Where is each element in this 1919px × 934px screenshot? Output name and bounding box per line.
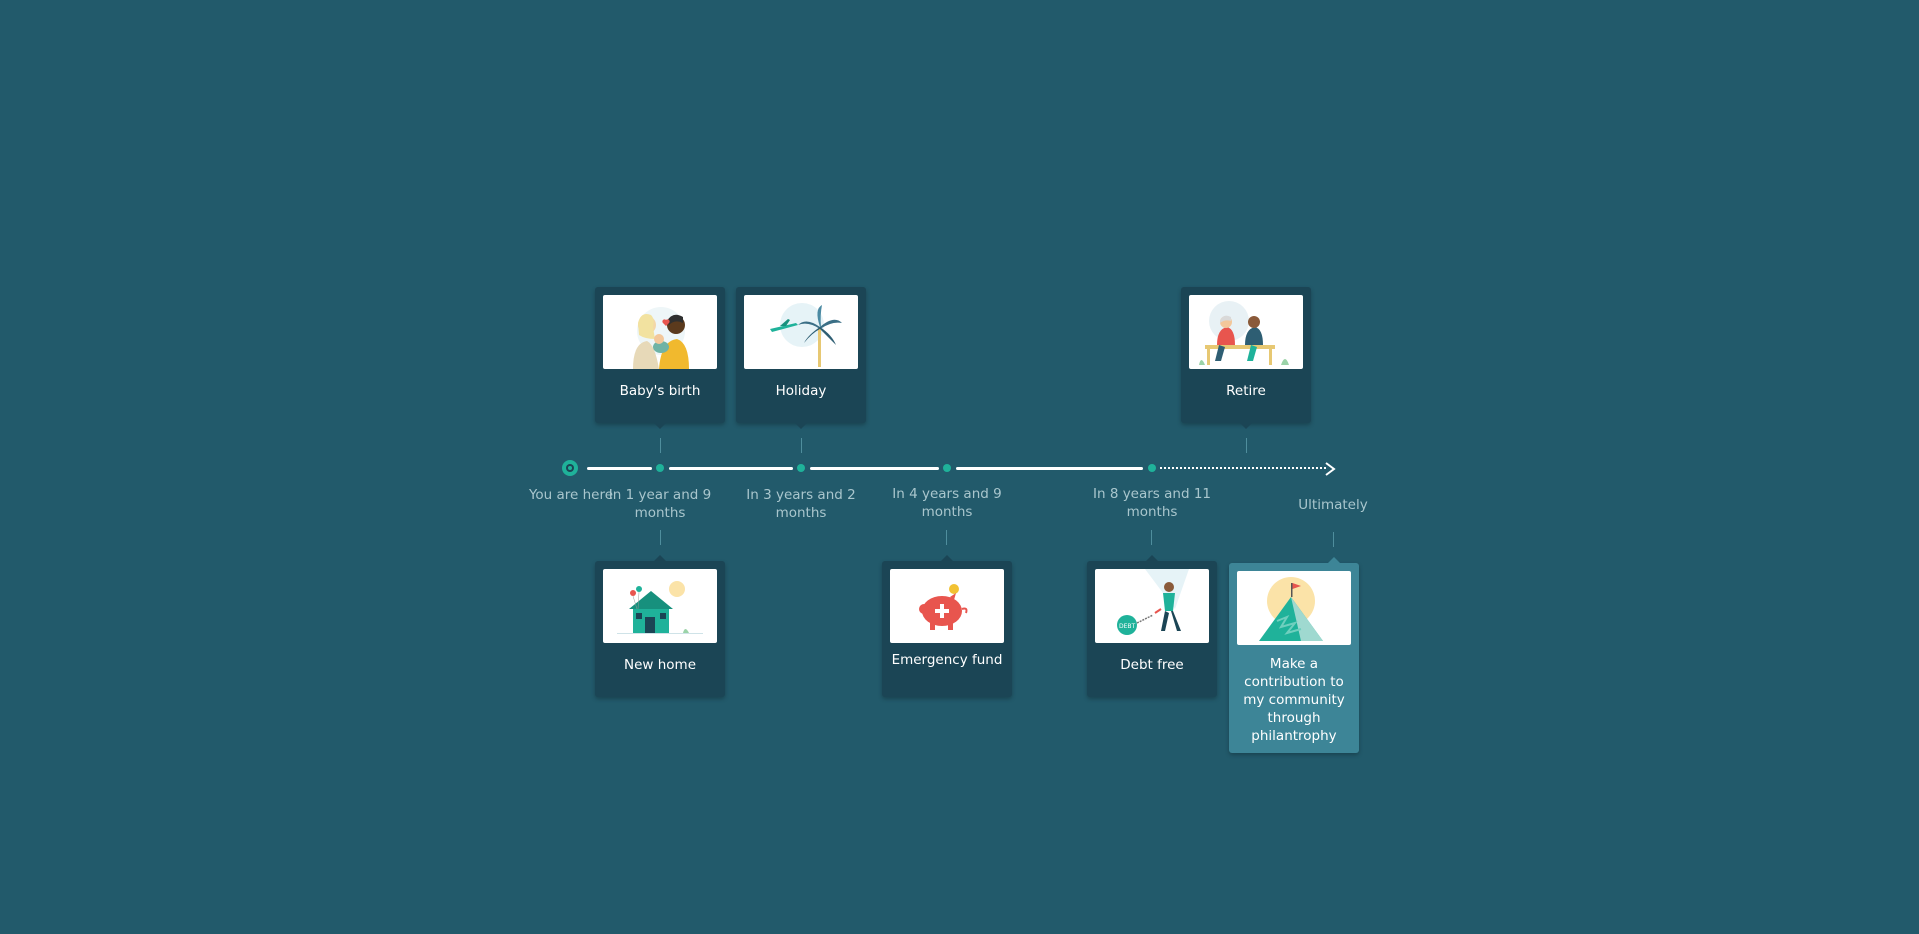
card-pointer xyxy=(1240,423,1252,429)
time-label: Ultimately xyxy=(1298,497,1368,513)
milestone-title: Emergency fund xyxy=(891,652,1003,668)
connector-tick xyxy=(660,438,661,453)
elderly-couple-bench-illustration xyxy=(1189,295,1303,369)
milestone-card-babys-birth[interactable]: Baby's birth xyxy=(595,287,725,429)
svg-text:DEBT: DEBT xyxy=(1119,623,1136,630)
milestone-dot[interactable] xyxy=(1148,464,1156,472)
connector-tick xyxy=(946,530,947,545)
connector-tick xyxy=(1151,530,1152,545)
connector-tick xyxy=(660,530,661,545)
milestone-title: Retire xyxy=(1226,383,1266,399)
connector-tick xyxy=(1246,438,1247,453)
milestone-title: Holiday xyxy=(775,383,827,399)
card-pointer xyxy=(654,423,666,429)
piggy-bank-illustration xyxy=(890,569,1004,643)
timeline-segment xyxy=(669,467,793,470)
milestone-dot[interactable] xyxy=(943,464,951,472)
timeline-segment xyxy=(956,467,1143,470)
time-label: In 4 years and 9 months xyxy=(892,486,1002,520)
palm-tree-airplane-illustration xyxy=(744,295,858,369)
milestone-card-debt-free[interactable]: DEBT Debt free xyxy=(1087,555,1217,697)
milestone-dot[interactable] xyxy=(656,464,664,472)
milestone-card-retire[interactable]: Retire xyxy=(1181,287,1311,429)
timeline-segment xyxy=(810,467,939,470)
current-position-marker xyxy=(562,460,578,476)
time-label: In 8 years and 11 months xyxy=(1092,486,1212,520)
timeline-segment xyxy=(587,467,652,470)
timeline-page: { "start": {"label": "You are here"}, "m… xyxy=(0,0,1919,934)
milestone-card-new-home[interactable]: New home xyxy=(595,555,725,697)
parents-with-baby-illustration xyxy=(603,295,717,369)
milestone-card-emergency-fund[interactable]: Emergency fund xyxy=(882,555,1012,697)
person-breaking-chain-illustration: DEBT xyxy=(1095,569,1209,643)
house-balloons-illustration xyxy=(603,569,717,643)
milestone-card-holiday[interactable]: Holiday xyxy=(736,287,866,429)
card-pointer xyxy=(654,555,666,561)
time-label: In 1 year and 9 months xyxy=(608,487,712,521)
card-pointer xyxy=(1146,555,1158,561)
card-pointer xyxy=(1328,557,1340,563)
connector-tick xyxy=(1333,532,1334,547)
mountain-flag-illustration xyxy=(1237,571,1351,645)
future-timeline-dotted xyxy=(1160,467,1326,469)
milestone-title: Baby's birth xyxy=(619,383,701,399)
milestone-dot[interactable] xyxy=(797,464,805,472)
card-pointer xyxy=(941,555,953,561)
connector-tick xyxy=(801,438,802,453)
milestone-title: New home xyxy=(623,657,696,673)
chevron-right-icon xyxy=(1324,461,1336,476)
milestone-title: Make a contribution to my community thro… xyxy=(1243,656,1345,744)
milestone-title: Debt free xyxy=(1120,657,1184,673)
time-label: In 3 years and 2 months xyxy=(746,487,856,521)
card-pointer xyxy=(795,423,807,429)
milestone-card-philanthropy[interactable]: Make a contribution to my community thro… xyxy=(1229,557,1359,753)
